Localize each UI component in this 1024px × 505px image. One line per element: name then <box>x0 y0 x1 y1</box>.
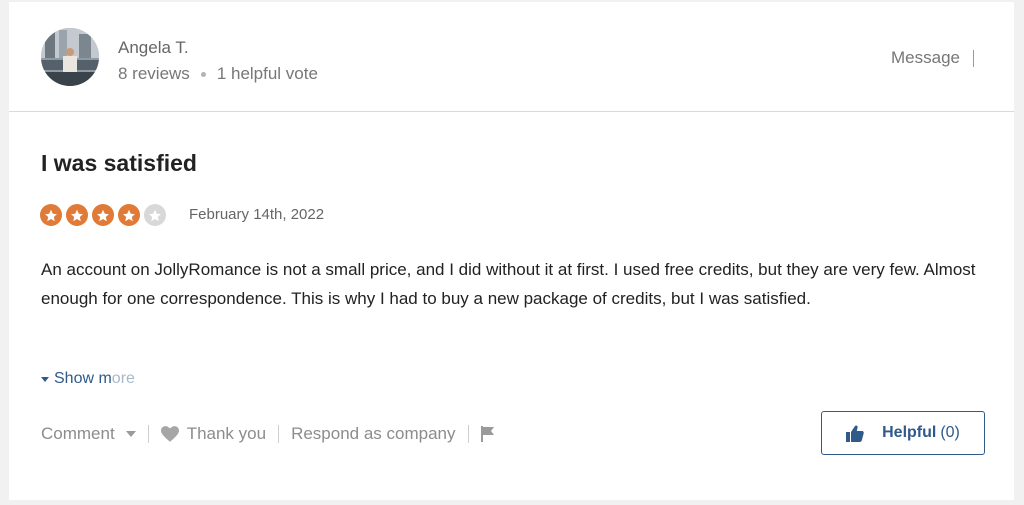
review-date: February 14th, 2022 <box>189 206 325 223</box>
helpful-button[interactable]: Helpful (0) <box>821 411 985 455</box>
star-icon <box>123 209 135 221</box>
avatar[interactable] <box>41 28 99 86</box>
heart-icon <box>160 426 179 442</box>
star-icon <box>71 209 83 221</box>
star-empty <box>144 204 166 226</box>
reviewer-stats: 8 reviews 1 helpful vote <box>118 64 318 84</box>
divider <box>147 425 149 443</box>
flag-button[interactable] <box>480 426 495 442</box>
respond-label: Respond as company <box>291 424 456 443</box>
thank-you-button[interactable]: Thank you <box>160 424 267 444</box>
thank-you-label: Thank you <box>186 424 267 443</box>
show-more-label-fade: ore <box>111 370 135 387</box>
divider <box>278 425 280 443</box>
star-filled <box>40 204 62 226</box>
review-card: Angela T. 8 reviews 1 helpful vote Messa… <box>9 2 1014 500</box>
helpful-label: Helpful <box>882 424 937 441</box>
review-actions: Comment Thank you Respond as company <box>41 424 495 444</box>
message-button[interactable]: Message <box>891 48 960 68</box>
flag-icon <box>480 426 494 442</box>
avatar-photo <box>41 28 99 86</box>
reviewer-header: Angela T. 8 reviews 1 helpful vote Messa… <box>9 2 1014 112</box>
thumbs-up-icon <box>846 424 864 442</box>
star-rating <box>40 204 170 226</box>
review-title[interactable]: I was satisfied <box>41 150 197 177</box>
review-body: An account on JollyRomance is not a smal… <box>41 260 976 308</box>
respond-as-company-button[interactable]: Respond as company <box>291 424 455 444</box>
show-more-button[interactable]: Show m ore <box>41 370 135 388</box>
star-icon <box>149 209 161 221</box>
message-link-container: Message <box>891 48 974 68</box>
star-filled <box>118 204 140 226</box>
star-filled <box>66 204 88 226</box>
divider <box>972 49 974 67</box>
star-icon <box>97 209 109 221</box>
review-count: 8 reviews <box>118 64 190 83</box>
helpful-vote-count: 1 helpful vote <box>216 64 318 83</box>
chevron-down-icon <box>125 431 136 437</box>
separator-dot <box>200 71 206 77</box>
helpful-count: (0) <box>940 424 960 441</box>
star-filled <box>92 204 114 226</box>
star-icon <box>45 209 57 221</box>
caret-down-icon <box>41 376 49 382</box>
comment-button[interactable]: Comment <box>41 424 136 444</box>
comment-label: Comment <box>41 424 115 443</box>
show-more-label: Show m <box>54 370 112 387</box>
divider <box>467 425 469 443</box>
reviewer-name[interactable]: Angela T. <box>118 38 189 58</box>
